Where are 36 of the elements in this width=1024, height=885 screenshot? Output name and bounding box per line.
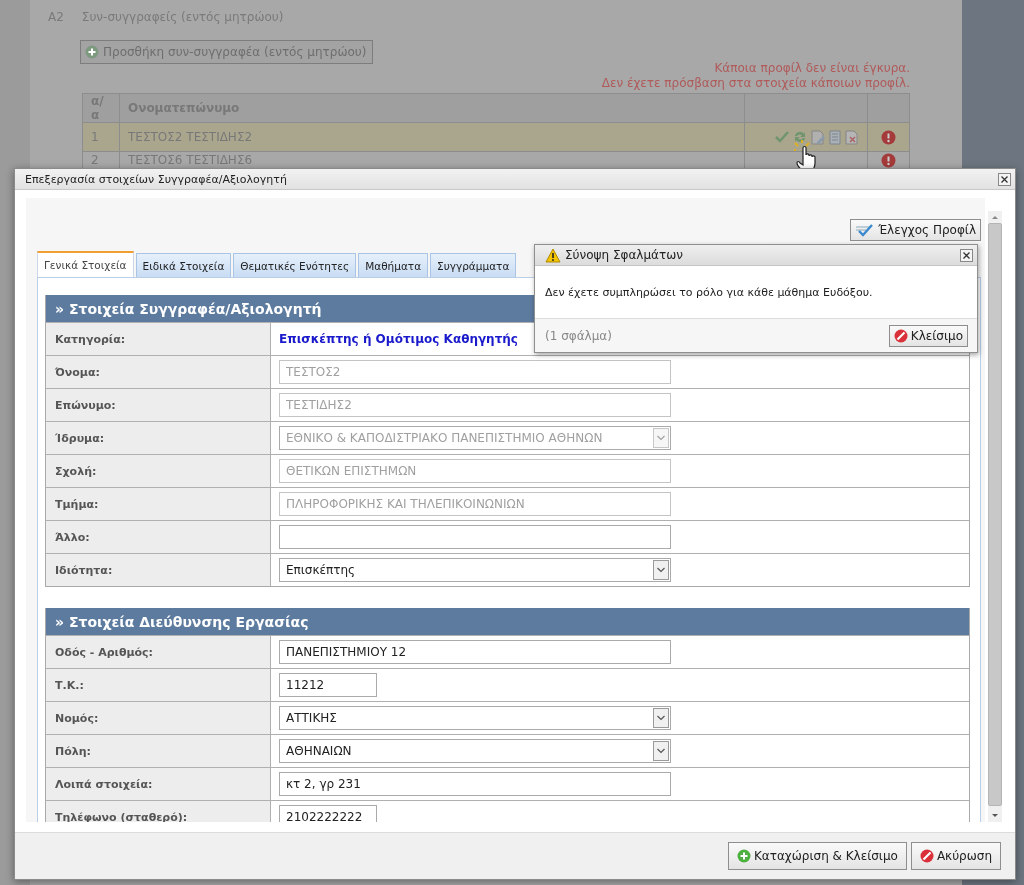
- field-label: Επώνυμο:: [46, 389, 271, 421]
- field-label: Τ.Κ.:: [46, 669, 271, 701]
- warning-text: Δεν έχετε πρόσβαση στα στοιχεία κάποιων προφίλ.: [601, 76, 910, 91]
- field-label: Τηλέφωνο (σταθερό):: [46, 801, 271, 822]
- error-count: (1 σφάλμα): [545, 328, 612, 343]
- field-label: Σχολή:: [46, 455, 271, 487]
- field-label: Άλλο:: [46, 521, 271, 553]
- tab[interactable]: Συγγράμματα: [430, 253, 517, 277]
- tab[interactable]: Μαθήματα: [358, 253, 429, 277]
- close-button[interactable]: Κλείσιμο: [888, 324, 968, 347]
- field-label: Πόλη:: [46, 735, 271, 767]
- input-field[interactable]: 11212: [279, 673, 377, 697]
- field-label: Ίδρυμα:: [46, 422, 271, 454]
- field-label: Οδός - Αριθμός:: [46, 636, 271, 668]
- field-label: Όνομα:: [46, 356, 271, 388]
- field-label: Λοιπά στοιχεία:: [46, 768, 271, 800]
- warning-text: Κάποια προφίλ δεν είναι έγκυρα.: [714, 61, 910, 76]
- input-field[interactable]: ΠΑΝΕΠΙΣΤΗΜΙΟΥ 12: [279, 640, 671, 664]
- field-label: Κατηγορία:: [46, 323, 271, 355]
- field-label: Τμήμα:: [46, 488, 271, 520]
- input-field[interactable]: κτ 2, γρ 231: [279, 772, 671, 796]
- tab[interactable]: Ειδικά Στοιχεία: [135, 253, 232, 277]
- check-profile-button[interactable]: Έλεγχος Προφίλ: [850, 219, 981, 241]
- save-close-button[interactable]: Καταχώριση & Κλείσιμο: [727, 842, 907, 870]
- field-value: Επισκέπτης ή Ομότιμος Καθηγητής: [279, 332, 518, 346]
- cancel-button[interactable]: Ακύρωση: [910, 842, 1001, 870]
- select-field[interactable]: Επισκέπτης: [279, 558, 671, 582]
- field-label: Ιδιότητα:: [46, 554, 271, 586]
- input-field[interactable]: 2102222222: [279, 805, 377, 822]
- popup-title: Σύνοψη Σφαλμάτων: [565, 248, 684, 262]
- tab[interactable]: Θεματικές Ενότητες: [233, 253, 357, 277]
- select-field[interactable]: ΑΘΗΝΑΙΩΝ: [279, 739, 671, 763]
- field-label: Νομός:: [46, 702, 271, 734]
- tab[interactable]: Γενικά Στοιχεία: [37, 251, 134, 277]
- section-header: » Στοιχεία Διεύθυνσης Εργασίας: [46, 608, 969, 635]
- select-field[interactable]: ΑΤΤΙΚΗΣ: [279, 706, 671, 730]
